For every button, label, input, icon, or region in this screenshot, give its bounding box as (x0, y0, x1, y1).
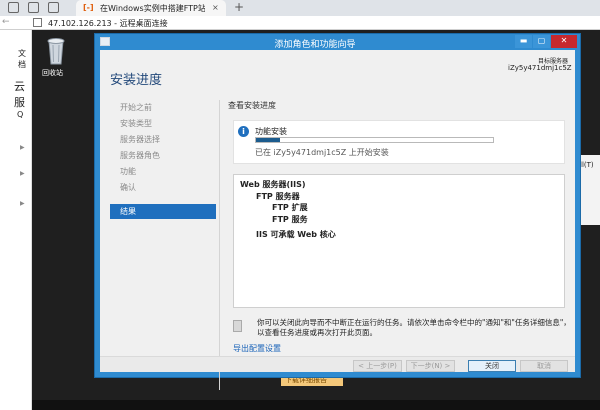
export-config-link[interactable]: 导出配置设置 (233, 343, 281, 354)
back-arrow-icon[interactable]: ← (2, 17, 10, 27)
wizard-step[interactable]: 服务器角色 (120, 150, 160, 161)
minimize-button[interactable]: ▬ (515, 35, 532, 48)
docs-label[interactable]: 文档 (18, 48, 31, 70)
close-button[interactable]: 关闭 (468, 360, 516, 372)
rdp-icon (33, 18, 42, 27)
next-button[interactable]: 下一步(N) > (406, 360, 455, 372)
remote-connection-title: 47.102.126.213 - 远程桌面连接 (48, 19, 168, 28)
feature-item: FTP 服务 (272, 214, 308, 224)
divider (219, 100, 220, 390)
feature-list-box[interactable]: Web 服务器(IIS) FTP 服务器 FTP 扩展 FTP 服务 IIS 可承载 W… (233, 174, 565, 308)
add-roles-wizard-dialog: 添加角色和功能向导 ▬ ▢ ✕ 安装进度 目标服务器 iZy5y471dmj1c… (94, 33, 581, 390)
expand-arrow-icon[interactable]: ▶ (20, 200, 25, 207)
background-web-page: 文档 云服 Q ▶ ▶ ▶ (0, 30, 32, 410)
expand-arrow-icon[interactable]: ▶ (20, 144, 25, 151)
install-status-text: 已在 iZy5y471dmj1c5Z 上开始安装 (255, 148, 389, 157)
wizard-step[interactable]: 确认 (120, 182, 136, 193)
new-tab-button[interactable]: + (234, 0, 244, 14)
cloud-heading: 云服 (14, 80, 25, 109)
info-note-text: 你可以关闭此向导而不中断正在运行的任务。请依次单击命令栏中的"通知"和"任务详细… (257, 318, 571, 337)
browser-tab-bar: [-] 在Windows实例中搭建FTP站点 - × + (0, 0, 600, 16)
feature-item: Web 服务器(IIS) (240, 180, 306, 189)
wizard-step[interactable]: 开始之前 (120, 102, 152, 113)
aliyun-logo-icon: [-] (83, 3, 94, 12)
note-flag-icon (233, 320, 242, 332)
wizard-step[interactable]: 安装类型 (120, 118, 152, 129)
profile-icon[interactable] (8, 2, 19, 13)
remote-desktop-title-bar: ← 47.102.126.213 - 远程桌面连接 (0, 16, 600, 30)
cancel-button[interactable]: 取消 (520, 360, 568, 372)
expand-arrow-icon[interactable]: ▶ (20, 170, 25, 177)
feature-item: FTP 扩展 (272, 203, 308, 212)
button-bar: < 上一步(P) 下一步(N) > 关闭 取消 (100, 356, 575, 372)
previous-button[interactable]: < 上一步(P) (353, 360, 402, 372)
close-window-button[interactable]: ✕ (551, 35, 577, 48)
background-window-text: ll(T) (580, 161, 594, 169)
search-icon[interactable]: Q (17, 110, 23, 119)
target-server-name: iZy5y471dmj1c5Z (508, 64, 572, 72)
workspaces-icon[interactable] (28, 2, 39, 13)
dialog-title: 添加角色和功能向导 (274, 40, 356, 50)
progress-fill (256, 138, 280, 142)
installation-status-box: i 功能安装 已在 iZy5y471dmj1c5Z 上开始安装 (233, 120, 565, 164)
dialog-title-bar[interactable]: 添加角色和功能向导 ▬ ▢ ✕ (95, 34, 580, 50)
feature-item: IIS 可承载 Web 核心 (256, 230, 336, 239)
maximize-button[interactable]: ▢ (533, 35, 550, 48)
install-progress-bar (255, 137, 494, 143)
background-window-edge: ll(T) (578, 155, 600, 225)
tab-title: 在Windows实例中搭建FTP站点 - (100, 4, 205, 13)
tab-actions-icon[interactable] (48, 2, 59, 13)
wizard-step[interactable]: 功能 (120, 166, 136, 177)
dialog-body: 安装进度 目标服务器 iZy5y471dmj1c5Z 开始之前 安装类型 服务器选择… (100, 50, 575, 390)
info-icon: i (238, 126, 249, 137)
wizard-step[interactable]: 结果 (110, 204, 216, 219)
wizard-step[interactable]: 服务器选择 (120, 134, 160, 145)
feature-item: FTP 服务器 (256, 191, 300, 201)
page-title: 安装进度 (110, 73, 163, 88)
recycle-bin-icon[interactable] (40, 36, 72, 66)
taskbar (32, 400, 600, 410)
browser-tab[interactable]: [-] 在Windows实例中搭建FTP站点 - × (76, 0, 226, 16)
recycle-bin-label: 回收站 (42, 69, 63, 77)
tab-close-icon[interactable]: × (212, 3, 219, 12)
feature-install-label: 功能安装 (255, 127, 287, 136)
section-label: 查看安装进度 (228, 101, 276, 110)
